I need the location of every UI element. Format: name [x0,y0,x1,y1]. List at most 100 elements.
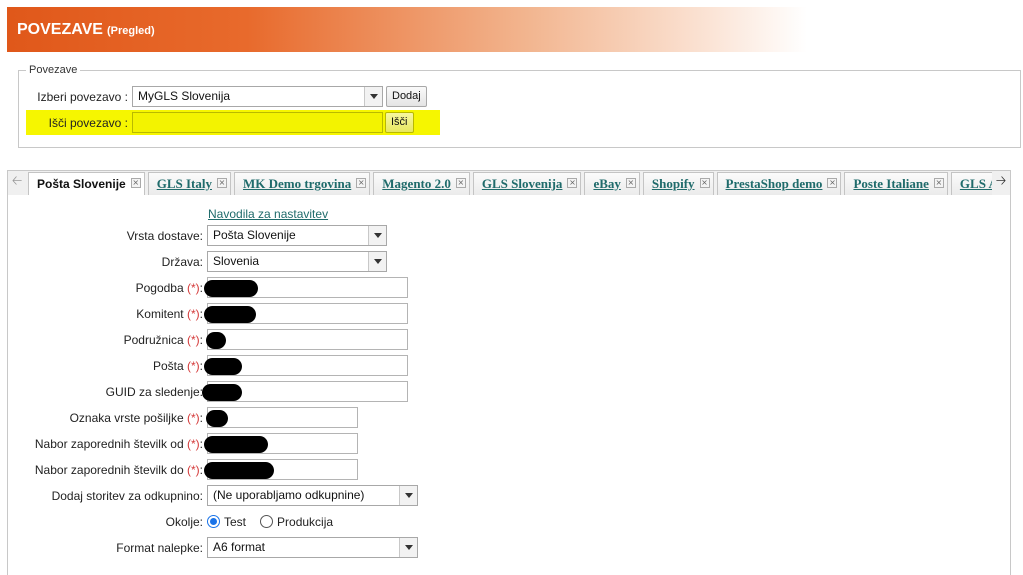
delivery-type-label: Vrsta dostave: [126,229,203,243]
close-icon[interactable]: × [625,178,636,188]
client-row: Komitent (*): [0,303,700,325]
tab-bar: 🡠 Pošta Slovenije × GLS Italy × MK Demo trgo… [7,170,1011,196]
required-marker: (*) [186,359,200,373]
tab-mk-demo-trgovina[interactable]: MK Demo trgovina × [233,172,371,195]
label-format-select[interactable]: A6 format [207,537,418,558]
tab-label: Shopify [651,176,695,191]
branch-label-text: Podružnica [123,333,184,347]
label-format-value: A6 format [213,540,266,554]
required-marker: (*) [186,437,200,451]
tab-ebay[interactable]: eBay × [584,172,640,195]
tab-gls-avstrija[interactable]: GLS Avstr [950,172,996,195]
guid-input[interactable] [202,381,408,402]
country-select[interactable]: Slovenia [207,251,387,272]
environment-test-label[interactable]: Test [224,515,246,529]
seq-to-label-text: Nabor zaporednih številk do [34,463,184,477]
tab-label: MK Demo trgovina [242,176,352,191]
cod-row: Dodaj storitev za odkupnino: (Ne uporabl… [0,485,700,507]
contract-input[interactable] [204,277,408,298]
shipment-type-label: Oznaka vrste pošiljke (*): [69,411,203,425]
close-icon[interactable]: × [933,178,944,188]
post-input[interactable] [204,355,408,376]
environment-radio-group: Test Produkcija [207,511,333,532]
redaction-mark [204,280,258,297]
redaction-mark [202,384,242,401]
chevron-down-icon[interactable] [364,87,382,106]
close-icon[interactable]: × [216,178,227,188]
environment-prod-radio[interactable] [260,515,274,528]
close-icon[interactable]: × [356,178,367,188]
page-title: POVEZAVE [17,20,103,38]
add-connection-button[interactable]: Dodaj [386,86,427,107]
post-label-text: Pošta [152,359,184,373]
contract-label: Pogodba (*): [135,281,203,295]
country-label: Država: [161,255,203,269]
contract-row: Pogodba (*): [0,277,700,299]
shipment-type-label-text: Oznaka vrste pošiljke [69,411,184,425]
required-marker: (*) [186,411,200,425]
tab-label: Magento 2.0 [382,176,451,191]
connections-legend: Povezave [26,64,81,76]
label-format-label: Format nalepke: [116,541,203,555]
tab-list: Pošta Slovenije × GLS Italy × MK Demo trgovi… [28,172,996,195]
select-connection-label: Izberi povezavo : [37,89,128,104]
tab-label: PrestaShop demo [725,176,823,191]
tab-label: GLS Italy [156,176,212,191]
seq-to-row: Nabor zaporednih številk do (*): [0,459,700,481]
tab-label: Poste Italiane [853,176,929,191]
environment-prod-label[interactable]: Produkcija [277,515,333,529]
client-input[interactable] [204,303,408,324]
close-icon[interactable]: × [567,178,578,188]
redaction-mark [204,306,256,323]
required-marker: (*) [186,307,200,321]
branch-input[interactable] [206,329,408,350]
search-connection-button[interactable]: Išči [385,112,414,133]
delivery-type-row: Vrsta dostave: Pošta Slovenije [0,225,700,247]
environment-row: Okolje: Test Produkcija [0,511,700,533]
tab-magento[interactable]: Magento 2.0 × [373,172,470,195]
seq-from-label-text: Nabor zaporednih številk od [34,437,184,451]
shipment-type-row: Oznaka vrste pošiljke (*): [0,407,700,429]
search-connection-label: Išči povezavo : [48,115,128,130]
close-icon[interactable]: × [130,178,141,188]
tab-shopify[interactable]: Shopify × [642,172,714,195]
post-row: Pošta (*): [0,355,700,377]
tab-poste-italiane[interactable]: Poste Italiane × [844,172,948,195]
country-value: Slovenia [213,254,260,268]
connection-select[interactable]: MyGLS Slovenija [132,86,383,107]
chevron-down-icon[interactable] [399,538,417,557]
shipment-type-input[interactable] [206,407,358,428]
page-subtitle: (Pregled) [106,24,155,37]
tab-gls-italy[interactable]: GLS Italy × [147,172,231,195]
seq-to-input[interactable] [204,459,358,480]
delivery-type-value: Pošta Slovenije [213,228,296,242]
redaction-mark [206,332,226,349]
cod-select[interactable]: (Ne uporabljamo odkupnine) [207,485,418,506]
tab-prestashop-demo[interactable]: PrestaShop demo × [716,172,842,195]
chevron-down-icon[interactable] [368,252,386,271]
tab-posta-slovenije[interactable]: Pošta Slovenije × [28,172,145,195]
close-icon[interactable]: × [455,178,466,188]
chevron-down-icon[interactable] [399,486,417,505]
guid-label: GUID za sledenje: [105,385,203,399]
seq-from-input[interactable] [204,433,358,454]
setup-guide-link[interactable]: Navodila za nastavitev [208,207,328,221]
arrow-left-icon[interactable]: 🡠 [8,171,26,195]
cod-value: (Ne uporabljamo odkupnine) [213,488,365,502]
connection-select-value: MyGLS Slovenija [138,89,231,103]
contract-label-text: Pogodba [135,281,184,295]
select-connection-row: Izberi povezavo : MyGLS Slovenija Dodaj [30,86,427,107]
branch-label: Podružnica (*): [123,333,203,347]
connections-fieldset [18,70,1021,148]
delivery-type-select[interactable]: Pošta Slovenije [207,225,387,246]
chevron-down-icon[interactable] [368,226,386,245]
close-icon[interactable]: × [827,178,838,188]
close-icon[interactable]: × [699,178,710,188]
tab-label: eBay [593,176,621,191]
arrow-right-icon[interactable]: 🡢 [992,171,1010,195]
search-connection-input[interactable] [132,112,383,133]
tab-gls-slovenija[interactable]: GLS Slovenija × [472,172,582,195]
environment-test-radio[interactable] [207,515,220,528]
redaction-mark [204,358,242,375]
environment-label: Okolje: [165,515,203,529]
